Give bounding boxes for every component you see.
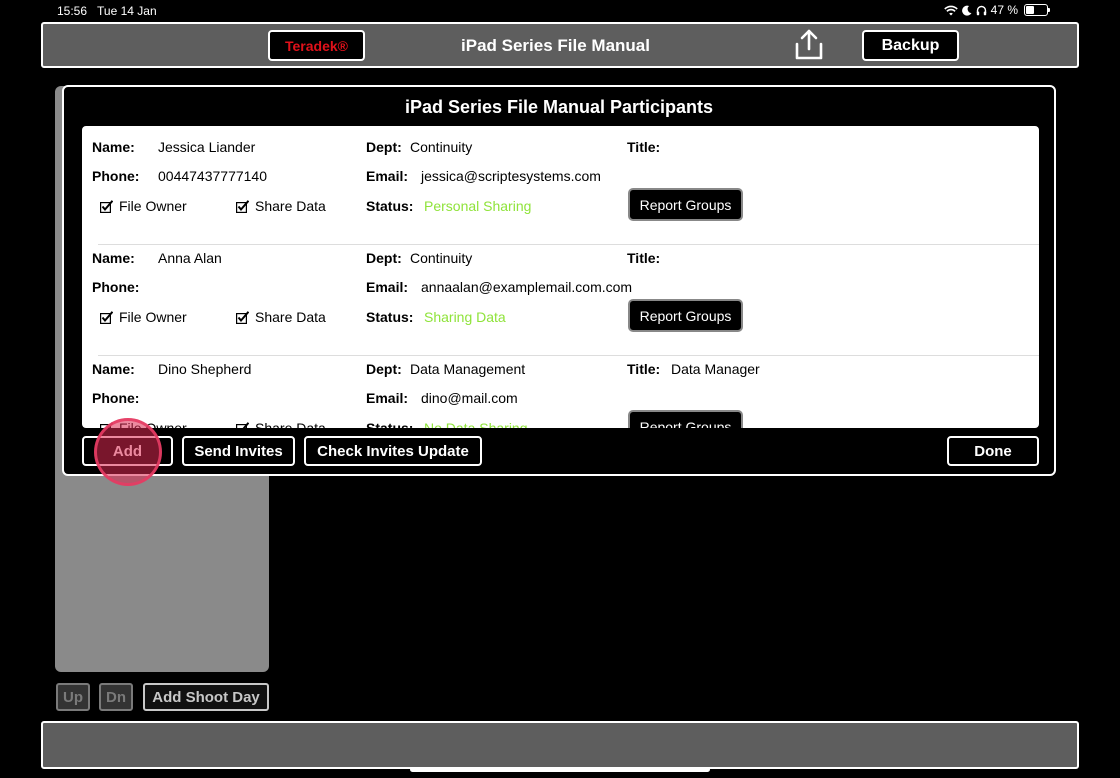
battery-percent: 47 % bbox=[990, 3, 1018, 17]
share-data-checkbox[interactable]: Share Data bbox=[236, 198, 326, 214]
participant-status: Personal Sharing bbox=[424, 198, 532, 214]
share-data-label: Share Data bbox=[255, 198, 326, 214]
participant-name: Dino Shepherd bbox=[158, 361, 252, 377]
email-label: Email: bbox=[366, 168, 409, 184]
share-icon[interactable] bbox=[793, 28, 825, 62]
participant-dept: Continuity bbox=[410, 250, 473, 266]
app-title: iPad Series File Manual bbox=[461, 36, 650, 55]
wifi-icon bbox=[943, 5, 958, 15]
modal-title: iPad Series File Manual Participants bbox=[404, 97, 714, 117]
phone-label: Phone: bbox=[92, 168, 140, 184]
participant-dept: Data Management bbox=[410, 361, 526, 377]
participant-title: Data Manager bbox=[671, 361, 760, 377]
file-owner-label: File Owner bbox=[119, 420, 187, 428]
name-label: Name: bbox=[92, 250, 135, 266]
file-owner-checkbox[interactable]: File Owner bbox=[100, 309, 187, 325]
share-data-label: Share Data bbox=[255, 309, 326, 325]
teradek-button[interactable]: Teradek® bbox=[268, 30, 365, 61]
file-owner-label: File Owner bbox=[119, 309, 187, 325]
participant-status: Sharing Data bbox=[424, 309, 506, 325]
checkbox-checked-icon bbox=[100, 421, 114, 428]
checkbox-checked-icon bbox=[236, 310, 250, 324]
participant-name: Anna Alan bbox=[158, 250, 222, 266]
down-button[interactable]: Dn bbox=[99, 683, 133, 711]
share-data-label: Share Data bbox=[255, 420, 326, 428]
send-invites-button[interactable]: Send Invites bbox=[182, 436, 295, 466]
status-time: 15:56 bbox=[57, 4, 88, 18]
participant-email: dino@mail.com bbox=[421, 390, 518, 406]
participant-email: jessica@scriptesystems.com bbox=[421, 168, 601, 184]
report-groups-button[interactable]: Report Groups bbox=[628, 410, 743, 428]
battery-fill bbox=[1026, 6, 1034, 14]
participant-name: Jessica Liander bbox=[158, 139, 256, 155]
phone-label: Phone: bbox=[92, 279, 140, 295]
participant-phone: 00447437777140 bbox=[158, 168, 268, 184]
moon-icon bbox=[961, 5, 972, 16]
status-date: Tue 14 Jan bbox=[97, 4, 157, 18]
file-owner-checkbox[interactable]: File Owner bbox=[100, 420, 187, 428]
participant-email: annaalan@examplemail.com.com bbox=[421, 279, 633, 295]
checkbox-checked-icon bbox=[100, 310, 114, 324]
status-label: Status: bbox=[366, 420, 414, 428]
checkbox-checked-icon bbox=[236, 199, 250, 213]
home-indicator[interactable] bbox=[410, 767, 710, 772]
dept-label: Dept: bbox=[366, 139, 402, 155]
status-time-date: 15:56 Tue 14 Jan bbox=[57, 4, 157, 18]
title-label: Title: bbox=[627, 250, 661, 266]
share-data-checkbox[interactable]: Share Data bbox=[236, 420, 326, 428]
report-groups-button[interactable]: Report Groups bbox=[628, 299, 743, 332]
name-label: Name: bbox=[92, 361, 135, 377]
battery-icon bbox=[1024, 4, 1050, 16]
email-label: Email: bbox=[366, 390, 409, 406]
backup-button[interactable]: Backup bbox=[862, 30, 959, 61]
checkbox-checked-icon bbox=[236, 421, 250, 428]
dept-label: Dept: bbox=[366, 250, 402, 266]
title-label: Title: bbox=[627, 139, 661, 155]
participant-status: No Data Sharing bbox=[424, 420, 528, 428]
participants-modal: iPad Series File Manual Participants Nam… bbox=[62, 85, 1056, 476]
up-button[interactable]: Up bbox=[56, 683, 90, 711]
status-bar: 15:56 Tue 14 Jan 47 % bbox=[0, 0, 1120, 22]
title-label: Title: bbox=[627, 361, 661, 377]
status-label: Status: bbox=[366, 309, 414, 325]
participant-entry[interactable]: Name: Dino Shepherd Phone: File Owner Share … bbox=[82, 356, 1039, 428]
checkbox-checked-icon bbox=[100, 199, 114, 213]
participant-entry[interactable]: Name: Anna Alan Phone: File Owner Share Data… bbox=[82, 245, 1039, 356]
add-shoot-day-button[interactable]: Add Shoot Day bbox=[143, 683, 269, 711]
top-toolbar: Teradek® iPad Series File Manual Backup bbox=[41, 22, 1079, 68]
participants-list[interactable]: Name: Jessica Liander Phone: 00447437777140… bbox=[82, 126, 1039, 428]
add-button[interactable]: Add bbox=[82, 436, 173, 466]
headphones-icon bbox=[976, 5, 986, 15]
email-label: Email: bbox=[366, 279, 409, 295]
share-data-checkbox[interactable]: Share Data bbox=[236, 309, 326, 325]
phone-label: Phone: bbox=[92, 390, 140, 406]
report-groups-button[interactable]: Report Groups bbox=[628, 188, 743, 221]
bottom-toolbar bbox=[41, 721, 1079, 769]
check-invites-update-button[interactable]: Check Invites Update bbox=[304, 436, 482, 466]
participant-entry[interactable]: Name: Jessica Liander Phone: 00447437777140… bbox=[82, 134, 1039, 245]
status-label: Status: bbox=[366, 198, 414, 214]
status-indicators: 47 % bbox=[943, 3, 1050, 17]
done-button[interactable]: Done bbox=[947, 436, 1039, 466]
file-owner-checkbox[interactable]: File Owner bbox=[100, 198, 187, 214]
dept-label: Dept: bbox=[366, 361, 402, 377]
file-owner-label: File Owner bbox=[119, 198, 187, 214]
name-label: Name: bbox=[92, 139, 135, 155]
participant-dept: Continuity bbox=[410, 139, 473, 155]
